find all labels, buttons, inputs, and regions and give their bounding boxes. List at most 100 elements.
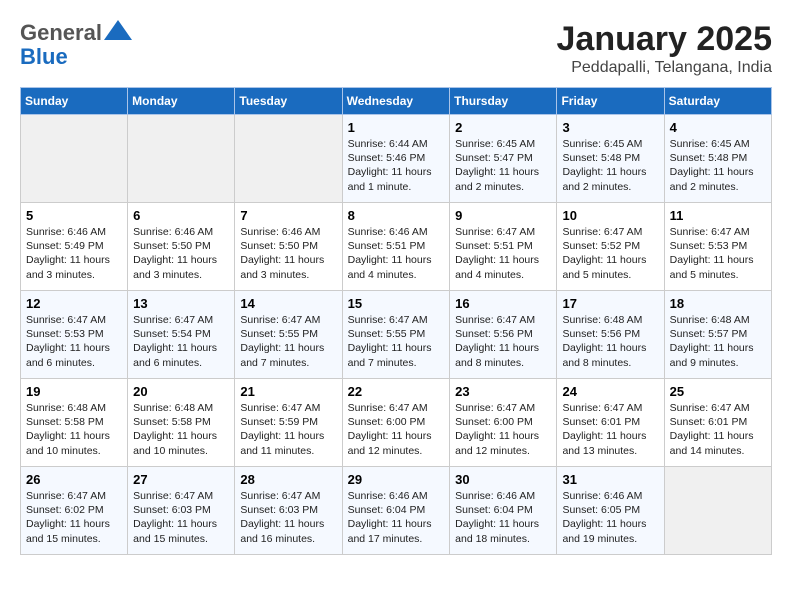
calendar-cell: 22 Sunrise: 6:47 AM Sunset: 6:00 PM Dayli… <box>342 379 450 467</box>
calendar-cell: 31Sunrise: 6:46 AM Sunset: 6:05 PM Dayli… <box>557 467 664 555</box>
day-number: 18 <box>670 296 766 311</box>
calendar-cell: 13 Sunrise: 6:47 AM Sunset: 5:54 PM Dayli… <box>128 291 235 379</box>
day-number: 8 <box>348 208 445 223</box>
day-number: 15 <box>348 296 445 311</box>
day-info: Sunrise: 6:46 AM Sunset: 5:50 PM Dayligh… <box>240 225 336 282</box>
calendar-cell: 3Sunrise: 6:45 AM Sunset: 5:48 PM Daylig… <box>557 115 664 203</box>
calendar-cell: 1Sunrise: 6:44 AM Sunset: 5:46 PM Daylig… <box>342 115 450 203</box>
day-number: 19 <box>26 384 122 399</box>
day-number: 25 <box>670 384 766 399</box>
calendar-cell: 9Sunrise: 6:47 AM Sunset: 5:51 PM Daylig… <box>450 203 557 291</box>
logo-icon <box>104 20 132 40</box>
calendar-week-1: 1Sunrise: 6:44 AM Sunset: 5:46 PM Daylig… <box>21 115 772 203</box>
weekday-header-tuesday: Tuesday <box>235 88 342 115</box>
day-number: 13 <box>133 296 229 311</box>
calendar-cell: 12 Sunrise: 6:47 AM Sunset: 5:53 PM Dayli… <box>21 291 128 379</box>
day-number: 23 <box>455 384 551 399</box>
calendar-cell: 4 Sunrise: 6:45 AM Sunset: 5:48 PM Daylig… <box>664 115 771 203</box>
day-info: Sunrise: 6:48 AM Sunset: 5:56 PM Dayligh… <box>562 313 658 370</box>
calendar-week-5: 26Sunrise: 6:47 AM Sunset: 6:02 PM Dayli… <box>21 467 772 555</box>
day-info: Sunrise: 6:46 AM Sunset: 5:50 PM Dayligh… <box>133 225 229 282</box>
calendar-cell: 21Sunrise: 6:47 AM Sunset: 5:59 PM Dayli… <box>235 379 342 467</box>
calendar-cell: 15 Sunrise: 6:47 AM Sunset: 5:55 PM Dayli… <box>342 291 450 379</box>
day-number: 12 <box>26 296 122 311</box>
day-number: 17 <box>562 296 658 311</box>
calendar-cell: 16 Sunrise: 6:47 AM Sunset: 5:56 PM Dayli… <box>450 291 557 379</box>
calendar-cell: 27 Sunrise: 6:47 AM Sunset: 6:03 PM Dayli… <box>128 467 235 555</box>
calendar-cell: 29Sunrise: 6:46 AM Sunset: 6:04 PM Dayli… <box>342 467 450 555</box>
day-number: 9 <box>455 208 551 223</box>
logo: General Blue <box>20 20 132 69</box>
day-info: Sunrise: 6:47 AM Sunset: 5:59 PM Dayligh… <box>240 401 336 458</box>
calendar-cell: 25 Sunrise: 6:47 AM Sunset: 6:01 PM Dayli… <box>664 379 771 467</box>
day-number: 28 <box>240 472 336 487</box>
calendar-cell <box>235 115 342 203</box>
day-number: 1 <box>348 120 445 135</box>
day-number: 5 <box>26 208 122 223</box>
calendar-cell: 19 Sunrise: 6:48 AM Sunset: 5:58 PM Dayli… <box>21 379 128 467</box>
day-number: 27 <box>133 472 229 487</box>
day-number: 16 <box>455 296 551 311</box>
month-title: January 2025 <box>557 20 773 59</box>
day-info: Sunrise: 6:47 AM Sunset: 5:54 PM Dayligh… <box>133 313 229 370</box>
calendar-week-4: 19 Sunrise: 6:48 AM Sunset: 5:58 PM Dayli… <box>21 379 772 467</box>
day-info: Sunrise: 6:47 AM Sunset: 5:52 PM Dayligh… <box>562 225 658 282</box>
calendar-cell: 14Sunrise: 6:47 AM Sunset: 5:55 PM Dayli… <box>235 291 342 379</box>
day-info: Sunrise: 6:47 AM Sunset: 5:56 PM Dayligh… <box>455 313 551 370</box>
calendar-cell: 20Sunrise: 6:48 AM Sunset: 5:58 PM Dayli… <box>128 379 235 467</box>
day-info: Sunrise: 6:47 AM Sunset: 6:01 PM Dayligh… <box>562 401 658 458</box>
day-info: Sunrise: 6:45 AM Sunset: 5:48 PM Dayligh… <box>670 137 766 194</box>
day-info: Sunrise: 6:47 AM Sunset: 6:01 PM Dayligh… <box>670 401 766 458</box>
weekday-header-thursday: Thursday <box>450 88 557 115</box>
weekday-header-monday: Monday <box>128 88 235 115</box>
day-info: Sunrise: 6:47 AM Sunset: 6:03 PM Dayligh… <box>133 489 229 546</box>
weekday-header-row: SundayMondayTuesdayWednesdayThursdayFrid… <box>21 88 772 115</box>
day-info: Sunrise: 6:46 AM Sunset: 6:04 PM Dayligh… <box>348 489 445 546</box>
calendar-week-2: 5Sunrise: 6:46 AM Sunset: 5:49 PM Daylig… <box>21 203 772 291</box>
calendar-cell: 26Sunrise: 6:47 AM Sunset: 6:02 PM Dayli… <box>21 467 128 555</box>
calendar-cell: 24 Sunrise: 6:47 AM Sunset: 6:01 PM Dayli… <box>557 379 664 467</box>
day-number: 26 <box>26 472 122 487</box>
day-info: Sunrise: 6:47 AM Sunset: 6:00 PM Dayligh… <box>348 401 445 458</box>
day-info: Sunrise: 6:47 AM Sunset: 6:03 PM Dayligh… <box>240 489 336 546</box>
day-number: 3 <box>562 120 658 135</box>
weekday-header-friday: Friday <box>557 88 664 115</box>
calendar-cell: 23Sunrise: 6:47 AM Sunset: 6:00 PM Dayli… <box>450 379 557 467</box>
calendar-week-3: 12 Sunrise: 6:47 AM Sunset: 5:53 PM Dayli… <box>21 291 772 379</box>
calendar-cell <box>21 115 128 203</box>
title-block: January 2025 Peddapalli, Telangana, Indi… <box>557 20 773 77</box>
calendar-cell: 10Sunrise: 6:47 AM Sunset: 5:52 PM Dayli… <box>557 203 664 291</box>
day-info: Sunrise: 6:48 AM Sunset: 5:58 PM Dayligh… <box>26 401 122 458</box>
weekday-header-wednesday: Wednesday <box>342 88 450 115</box>
weekday-header-sunday: Sunday <box>21 88 128 115</box>
day-info: Sunrise: 6:48 AM Sunset: 5:57 PM Dayligh… <box>670 313 766 370</box>
calendar-cell: 17 Sunrise: 6:48 AM Sunset: 5:56 PM Dayli… <box>557 291 664 379</box>
day-info: Sunrise: 6:47 AM Sunset: 5:53 PM Dayligh… <box>26 313 122 370</box>
calendar-cell: 5Sunrise: 6:46 AM Sunset: 5:49 PM Daylig… <box>21 203 128 291</box>
calendar-cell <box>128 115 235 203</box>
day-number: 22 <box>348 384 445 399</box>
day-info: Sunrise: 6:46 AM Sunset: 6:04 PM Dayligh… <box>455 489 551 546</box>
day-info: Sunrise: 6:47 AM Sunset: 5:53 PM Dayligh… <box>670 225 766 282</box>
day-number: 4 <box>670 120 766 135</box>
calendar-cell: 2 Sunrise: 6:45 AM Sunset: 5:47 PM Daylig… <box>450 115 557 203</box>
day-info: Sunrise: 6:46 AM Sunset: 6:05 PM Dayligh… <box>562 489 658 546</box>
day-number: 30 <box>455 472 551 487</box>
day-info: Sunrise: 6:47 AM Sunset: 5:55 PM Dayligh… <box>348 313 445 370</box>
day-info: Sunrise: 6:46 AM Sunset: 5:51 PM Dayligh… <box>348 225 445 282</box>
day-info: Sunrise: 6:47 AM Sunset: 5:55 PM Dayligh… <box>240 313 336 370</box>
day-number: 2 <box>455 120 551 135</box>
day-info: Sunrise: 6:48 AM Sunset: 5:58 PM Dayligh… <box>133 401 229 458</box>
day-info: Sunrise: 6:45 AM Sunset: 5:47 PM Dayligh… <box>455 137 551 194</box>
calendar-cell: 30 Sunrise: 6:46 AM Sunset: 6:04 PM Dayli… <box>450 467 557 555</box>
day-number: 24 <box>562 384 658 399</box>
calendar-cell: 28 Sunrise: 6:47 AM Sunset: 6:03 PM Dayli… <box>235 467 342 555</box>
calendar-cell: 7 Sunrise: 6:46 AM Sunset: 5:50 PM Daylig… <box>235 203 342 291</box>
weekday-header-saturday: Saturday <box>664 88 771 115</box>
day-number: 7 <box>240 208 336 223</box>
page-header: General Blue January 2025 Peddapalli, Te… <box>20 20 772 77</box>
calendar-cell: 18 Sunrise: 6:48 AM Sunset: 5:57 PM Dayli… <box>664 291 771 379</box>
location-subtitle: Peddapalli, Telangana, India <box>557 59 773 77</box>
calendar-cell: 11Sunrise: 6:47 AM Sunset: 5:53 PM Dayli… <box>664 203 771 291</box>
calendar-cell: 6Sunrise: 6:46 AM Sunset: 5:50 PM Daylig… <box>128 203 235 291</box>
